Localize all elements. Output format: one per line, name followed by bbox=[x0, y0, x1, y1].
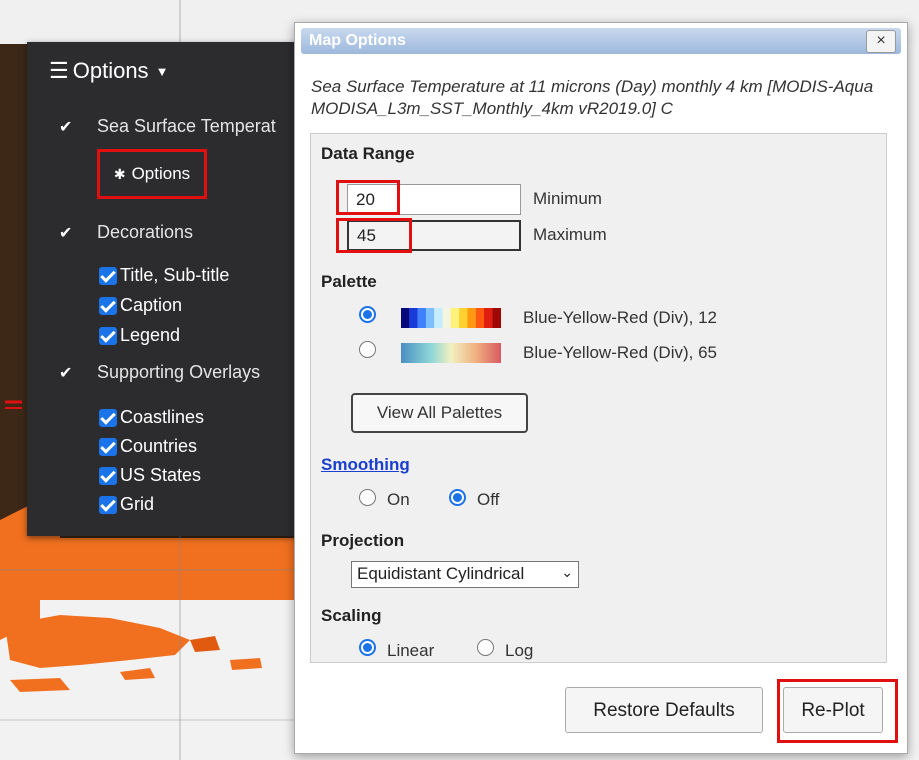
highlight-box bbox=[777, 679, 898, 743]
layer-label: Sea Surface Temperat bbox=[97, 116, 276, 136]
gear-icon: ✱ bbox=[113, 165, 126, 182]
scaling-heading: Scaling bbox=[321, 606, 382, 625]
smoothing-on-radio[interactable] bbox=[359, 489, 376, 506]
palette-radio-12[interactable] bbox=[359, 306, 376, 323]
options-menu-title: Options bbox=[72, 58, 149, 83]
checkbox-checked[interactable] bbox=[99, 466, 117, 485]
smoothing-help-link[interactable]: Smoothing bbox=[321, 455, 410, 475]
checkbox-legend[interactable]: Legend bbox=[99, 325, 180, 346]
palette-swatch-12 bbox=[401, 308, 501, 328]
options-form: Data Range Minimum Maximum Palette Blue-… bbox=[310, 133, 887, 663]
palette-label-65: Blue-Yellow-Red (Div), 65 bbox=[523, 343, 718, 362]
checkbox-coastlines[interactable]: Coastlines bbox=[99, 407, 204, 428]
palette-swatch-65 bbox=[401, 343, 501, 363]
layer-options-link[interactable]: ✱ Options bbox=[97, 149, 207, 199]
palette-heading: Palette bbox=[321, 272, 377, 291]
checkbox-label: Title, Sub-title bbox=[120, 265, 230, 285]
check-icon: ✔ bbox=[59, 224, 73, 242]
checkbox-checked[interactable] bbox=[99, 326, 117, 345]
options-menu-toggle[interactable]: ☰ Options ▼ bbox=[49, 58, 168, 84]
decorations-row[interactable]: ✔ Decorations bbox=[59, 222, 193, 243]
checkbox-checked[interactable] bbox=[99, 408, 117, 427]
check-icon: ✔ bbox=[59, 118, 73, 136]
check-icon: ✔ bbox=[59, 364, 73, 382]
checkbox-label: Caption bbox=[120, 295, 183, 315]
options-link-label: Options bbox=[131, 164, 191, 183]
checkbox-checked[interactable] bbox=[99, 296, 117, 315]
projection-heading: Projection bbox=[321, 531, 405, 550]
supporting-overlays-row[interactable]: ✔ Supporting Overlays bbox=[59, 362, 260, 383]
close-button[interactable]: × bbox=[866, 30, 896, 53]
chevron-down-icon: ⌄ bbox=[561, 564, 573, 580]
supporting-overlays-label: Supporting Overlays bbox=[97, 362, 261, 382]
restore-defaults-button[interactable]: Restore Defaults bbox=[565, 687, 763, 733]
dialog-titlebar[interactable]: Map Options × bbox=[301, 28, 901, 54]
checkbox-grid[interactable]: Grid bbox=[99, 494, 154, 515]
decorations-label: Decorations bbox=[97, 222, 194, 242]
scaling-linear-radio[interactable] bbox=[359, 639, 376, 656]
checkbox-checked[interactable] bbox=[99, 437, 117, 456]
checkbox-label: Legend bbox=[120, 325, 181, 345]
checkbox-caption[interactable]: Caption bbox=[99, 295, 182, 316]
highlight-box bbox=[336, 180, 400, 215]
checkbox-label: Grid bbox=[120, 494, 155, 514]
scaling-log-radio[interactable] bbox=[477, 639, 494, 656]
checkbox-title-subtitle[interactable]: Title, Sub-title bbox=[99, 265, 229, 286]
palette-radio-65[interactable] bbox=[359, 341, 376, 358]
projection-select[interactable]: Equidistant Cylindrical ⌄ bbox=[351, 561, 579, 588]
maximum-label: Maximum bbox=[533, 225, 607, 244]
caret-down-icon: ▼ bbox=[155, 63, 169, 79]
minimum-label: Minimum bbox=[533, 189, 602, 208]
layer-row-sst[interactable]: ✔ Sea Surface Temperat bbox=[59, 116, 276, 137]
projection-selected-value: Equidistant Cylindrical bbox=[357, 564, 525, 583]
checkbox-us-states[interactable]: US States bbox=[99, 465, 201, 486]
checkbox-label: US States bbox=[120, 465, 202, 485]
palette-label-12: Blue-Yellow-Red (Div), 12 bbox=[523, 308, 718, 327]
checkbox-checked[interactable] bbox=[99, 266, 117, 285]
checkbox-countries[interactable]: Countries bbox=[99, 436, 197, 457]
data-range-heading: Data Range bbox=[321, 144, 415, 163]
scaling-linear-label: Linear bbox=[387, 641, 435, 660]
smoothing-off-radio[interactable] bbox=[449, 489, 466, 506]
highlight-box bbox=[336, 218, 412, 253]
checkbox-checked[interactable] bbox=[99, 495, 117, 514]
scaling-log-label: Log bbox=[505, 641, 534, 660]
view-all-palettes-button[interactable]: View All Palettes bbox=[351, 393, 528, 433]
smoothing-off-label: Off bbox=[477, 490, 500, 509]
map-options-dialog: Map Options × Sea Surface Temperature at… bbox=[294, 22, 908, 754]
close-icon: × bbox=[876, 32, 886, 49]
dialog-title: Map Options bbox=[309, 32, 406, 49]
smoothing-on-label: On bbox=[387, 490, 410, 509]
dataset-subtitle: Sea Surface Temperature at 11 microns (D… bbox=[311, 77, 874, 118]
checkbox-label: Coastlines bbox=[120, 407, 205, 427]
layer-options-panel: ☰ Options ▼ ✔ Sea Surface Temperat ✱ Opt… bbox=[27, 42, 312, 536]
hamburger-icon: ☰ bbox=[49, 58, 69, 83]
checkbox-label: Countries bbox=[120, 436, 198, 456]
